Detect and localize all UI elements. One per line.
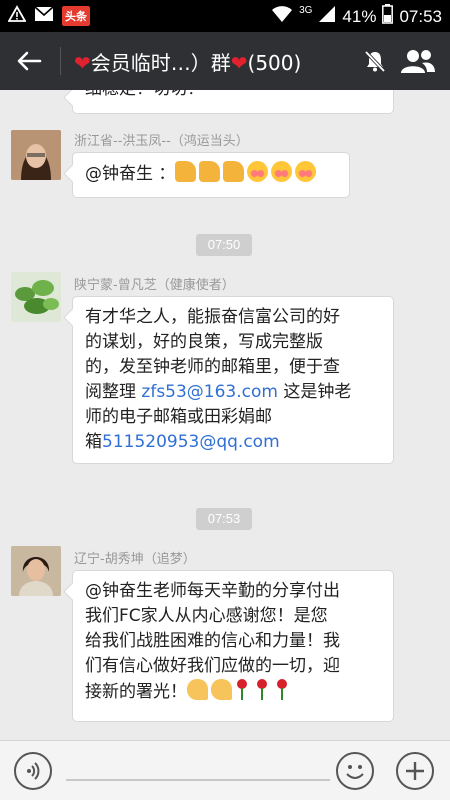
network-type: 3G [299, 5, 313, 16]
email-link[interactable]: zfs53@163.com [141, 382, 278, 402]
chat-title[interactable]: ❤会员临时…）群❤(500) [74, 47, 374, 76]
sender-name: 辽宁-胡秀坤（追梦） [74, 552, 196, 567]
battery-icon [382, 4, 394, 29]
thumbs-up-icon [199, 161, 221, 182]
battery-percent: 41% [342, 6, 377, 26]
blush-icon [295, 161, 317, 182]
heart-icon: ❤ [230, 51, 248, 75]
clock: 07:53 [399, 6, 442, 26]
message-line: 有才华之人，能振奋信富公司的好 [85, 307, 340, 327]
group-members-icon[interactable] [400, 48, 436, 78]
heart-icon: ❤ [74, 51, 91, 75]
message-text: 细稳定！切切！ [85, 90, 204, 99]
toutiao-notification-icon: 头条 [62, 6, 90, 26]
timestamp: 07:50 [196, 234, 252, 256]
chat-title-bar: ❤会员临时…）群❤(500) [0, 32, 450, 90]
message-bubble[interactable]: @钟奋生老师每天辛勤的分享付出 我们FC家人从内心感谢您！是您 给我们战胜困难的… [72, 570, 394, 722]
message-line: 接新的署光！ [85, 679, 381, 705]
sender-name: 浙江省--洪玉凤--（鸿运当头） [74, 134, 249, 149]
message-bubble[interactable]: 有才华之人，能振奋信富公司的好 的谋划，好的良策，写成完整版 的，发至钟老师的邮… [72, 296, 394, 464]
back-arrow-icon[interactable] [14, 46, 44, 76]
voice-icon[interactable] [14, 752, 52, 790]
blush-icon [271, 161, 293, 182]
message-line: @钟奋生老师每天辛勤的分享付出 [85, 581, 340, 601]
message-list[interactable]: 细稳定！切切！ 浙江省--洪玉凤--（鸿运当头） @钟奋生 ： 07:50 陕宁… [0, 90, 450, 740]
timestamp: 07:53 [196, 508, 252, 530]
rose-icon [275, 679, 289, 701]
member-count: (500) [247, 51, 302, 75]
thumbs-up-icon [175, 161, 197, 182]
rose-icon [235, 679, 249, 701]
signal-icon [318, 5, 336, 28]
warning-notification-icon [7, 5, 27, 27]
mention-text: @钟奋生 ： [85, 164, 176, 184]
avatar[interactable] [11, 272, 61, 322]
rose-icon [255, 679, 269, 701]
group-name: 会员临时…）群 [90, 51, 231, 75]
message-line: 我们FC家人从内心感谢您！是您 [85, 606, 328, 626]
message-input[interactable] [66, 779, 330, 781]
avatar[interactable] [11, 546, 61, 596]
email-link[interactable]: 511520953@qq.com [102, 432, 280, 452]
message-line: 给我们战胜困难的信心和力量！我 [85, 631, 340, 651]
thumbs-up-icon [223, 161, 245, 182]
message-line: 师的电子邮箱或田彩娟邮 [85, 407, 272, 427]
avatar[interactable] [11, 130, 61, 180]
mute-bell-icon[interactable] [362, 48, 388, 78]
status-bar: 头条 3G 41% 07:53 [0, 0, 450, 32]
message-line: 箱511520953@qq.com [85, 432, 280, 452]
message-bubble[interactable]: 细稳定！切切！ [72, 90, 394, 114]
blush-icon [247, 161, 269, 182]
message-bubble[interactable]: @钟奋生 ： [72, 152, 350, 198]
wifi-icon [271, 5, 293, 28]
message-line: 的，发至钟老师的邮箱里，便于查 [85, 357, 340, 377]
sender-name: 陕宁蒙-曾凡芝（健康使者） [74, 278, 235, 293]
message-line: 们有信心做好我们应做的一切，迎 [85, 656, 340, 676]
message-line: 的谋划，好的良策，写成完整版 [85, 332, 323, 352]
input-bar [0, 740, 450, 800]
clap-icon [187, 679, 208, 700]
plus-icon[interactable] [396, 752, 434, 790]
smiley-icon[interactable] [336, 752, 374, 790]
clap-icon [211, 679, 232, 700]
message-line: 阅整理 zfs53@163.com 这是钟老 [85, 382, 352, 402]
mail-notification-icon [34, 6, 54, 26]
title-separator [60, 47, 61, 75]
